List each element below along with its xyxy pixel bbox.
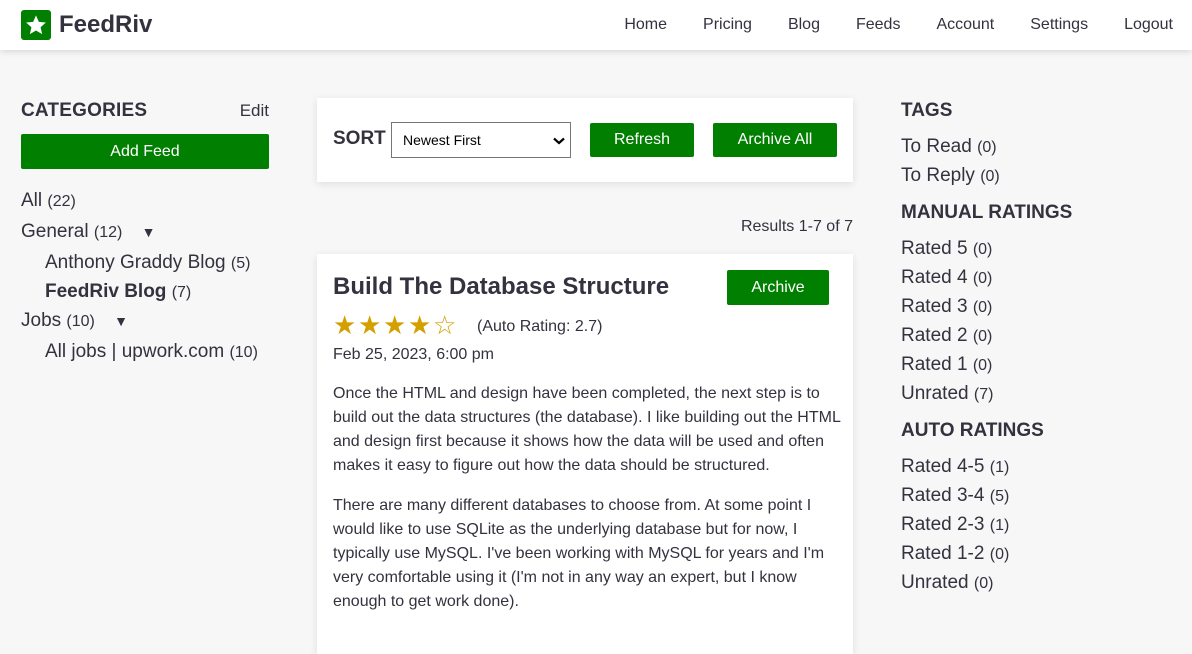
sort-label: SORT [333,128,386,149]
tag-item-to-reply[interactable]: To Reply (0) [901,161,1181,190]
category-list: All (22) General (12) ▼ Anthony Graddy B… [21,186,281,366]
star-filled-icon[interactable]: ★ [383,310,408,341]
archive-button[interactable]: Archive [727,270,829,305]
manual-ratings-heading: MANUAL RATINGS [901,202,1073,223]
star-logo-icon [21,10,51,40]
sort-toolbar: SORT Newest First Refresh Archive All [317,98,853,182]
auto-rating-item[interactable]: Rated 4-5 (1) [901,452,1181,481]
collapse-toggle-icon[interactable]: ▼ [114,313,128,329]
filters-sidebar: TAGS To Read (0) To Reply (0) MANUAL RAT… [901,100,1181,609]
manual-rating-item[interactable]: Rated 1 (0) [901,350,1181,379]
auto-rating: (Auto Rating: 2.7) [477,318,603,335]
results-count: Results 1-7 of 7 [740,218,853,235]
tags-heading: TAGS [901,100,953,121]
collapse-toggle-icon[interactable]: ▼ [142,224,156,240]
nav-account[interactable]: Account [936,16,994,34]
article-paragraph: Once the HTML and design have been compl… [333,385,841,474]
manual-rating-item[interactable]: Unrated (7) [901,379,1181,408]
manual-rating-item[interactable]: Rated 5 (0) [901,234,1181,263]
categories-sidebar: CATEGORIES Edit Add Feed All (22) Genera… [21,100,269,362]
article-title[interactable]: Build The Database Structure [333,273,669,301]
main-nav: Home Pricing Blog Feeds Account Settings… [588,0,1192,50]
nav-feeds[interactable]: Feeds [856,16,900,34]
add-feed-button[interactable]: Add Feed [21,134,269,169]
auto-ratings-heading: AUTO RATINGS [901,420,1044,441]
auto-ratings-section: AUTO RATINGS Rated 4-5 (1) Rated 3-4 (5)… [901,420,1181,597]
article-date: Feb 25, 2023, 6:00 pm [333,346,494,363]
category-item-upwork-jobs[interactable]: All jobs | upwork.com (10) [21,337,281,366]
category-item-jobs[interactable]: Jobs (10) ▼ [21,306,281,335]
tags-section: TAGS To Read (0) To Reply (0) [901,100,1181,190]
nav-pricing[interactable]: Pricing [703,16,752,34]
category-item-anthony-graddy-blog[interactable]: Anthony Graddy Blog (5) [21,248,281,277]
star-filled-icon[interactable]: ★ [408,310,433,341]
category-item-feedriv-blog[interactable]: FeedRiv Blog (7) [21,277,281,306]
feed-article-card: Build The Database Structure Archive ★ ★ ★… [317,254,853,654]
nav-home[interactable]: Home [624,16,667,34]
sort-select[interactable]: Newest First [391,122,571,158]
sort-selected-value: Newest First [403,132,481,148]
nav-logout[interactable]: Logout [1124,16,1173,34]
nav-blog[interactable]: Blog [788,16,820,34]
chevron-down-icon [553,132,565,148]
edit-categories-link[interactable]: Edit [240,101,269,121]
logo[interactable]: FeedRiv [21,10,152,40]
star-empty-icon[interactable]: ☆ [433,310,458,341]
app-name: FeedRiv [59,11,153,38]
article-body: Once the HTML and design have been compl… [333,382,841,630]
category-item-general[interactable]: General (12) ▼ [21,217,281,246]
refresh-button[interactable]: Refresh [590,123,694,157]
star-filled-icon[interactable]: ★ [358,310,383,341]
article-paragraph: There are many different databases to ch… [333,497,825,610]
top-navbar: FeedRiv Home Pricing Blog Feeds Account … [0,0,1192,50]
tag-item-to-read[interactable]: To Read (0) [901,132,1181,161]
star-rating: ★ ★ ★ ★ ☆ [333,310,458,341]
nav-settings[interactable]: Settings [1030,16,1088,34]
manual-rating-item[interactable]: Rated 4 (0) [901,263,1181,292]
manual-rating-item[interactable]: Rated 2 (0) [901,321,1181,350]
archive-all-button[interactable]: Archive All [713,123,837,157]
auto-rating-item[interactable]: Rated 2-3 (1) [901,510,1181,539]
category-item-all[interactable]: All (22) [21,186,281,215]
auto-rating-item[interactable]: Unrated (0) [901,568,1181,597]
star-filled-icon[interactable]: ★ [333,310,358,341]
manual-rating-item[interactable]: Rated 3 (0) [901,292,1181,321]
auto-rating-item[interactable]: Rated 3-4 (5) [901,481,1181,510]
auto-rating-item[interactable]: Rated 1-2 (0) [901,539,1181,568]
categories-heading: CATEGORIES [21,100,148,121]
manual-ratings-section: MANUAL RATINGS Rated 5 (0) Rated 4 (0) R… [901,202,1181,408]
